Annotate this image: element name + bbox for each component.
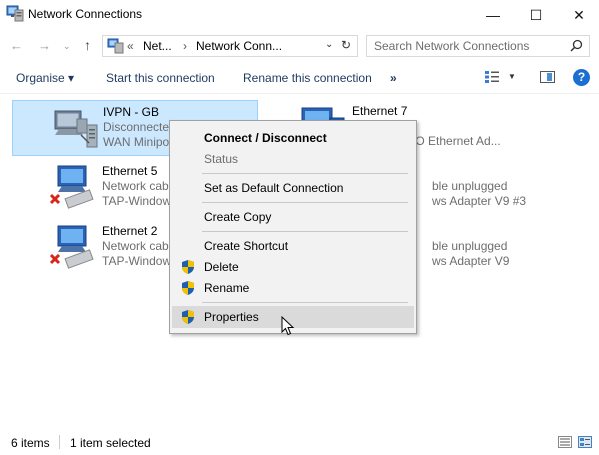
item-count: 6 items xyxy=(11,436,50,450)
start-connection-button[interactable]: Start this connection xyxy=(106,71,215,85)
network-folder-icon xyxy=(107,38,124,54)
status-separator xyxy=(59,435,60,449)
network-adapter-unplugged-icon xyxy=(50,225,94,269)
mouse-cursor-icon xyxy=(281,316,295,336)
maximize-button[interactable]: ☐ xyxy=(513,0,559,30)
connection-adapter-right: ws Adapter V9 xyxy=(432,254,510,268)
breadcrumb-network[interactable]: Net... xyxy=(143,39,172,53)
connection-status-right: ble unplugged xyxy=(432,239,508,253)
connection-name: IVPN - GB xyxy=(103,105,160,119)
menu-item-label: Delete xyxy=(204,260,239,274)
breadcrumb-network-connections[interactable]: Network Conn... xyxy=(196,39,282,53)
connection-adapter: IO Ethernet Ad... xyxy=(412,134,501,148)
menu-item-rename[interactable]: Rename xyxy=(172,277,414,299)
address-bar[interactable]: « Net... › Network Conn... ⌄ ↻ xyxy=(102,35,358,57)
menu-item-create-shortcut[interactable]: Create Shortcut xyxy=(172,235,414,257)
connection-adapter: TAP-Window xyxy=(102,254,172,268)
connection-name: Ethernet 7 xyxy=(352,104,408,118)
connection-status: Network cab xyxy=(102,239,169,253)
menu-item-label: Set as Default Connection xyxy=(204,181,344,195)
menu-item-set-default[interactable]: Set as Default Connection xyxy=(172,177,414,199)
connection-adapter: TAP-Window xyxy=(102,194,172,208)
menu-item-status: Status xyxy=(172,148,414,170)
address-dropdown-icon[interactable]: ⌄ xyxy=(325,39,333,50)
window-title: Network Connections xyxy=(28,7,143,21)
details-view-icon[interactable] xyxy=(558,436,572,448)
context-menu: Connect / Disconnect Status Set as Defau… xyxy=(169,120,417,334)
recent-locations-chevron-icon[interactable]: ⌄ xyxy=(63,41,71,52)
organise-menu-button[interactable]: Organise ▾ xyxy=(16,71,74,85)
connection-status: Disconnected xyxy=(103,120,176,134)
menu-separator xyxy=(202,202,408,203)
menu-item-label: Connect / Disconnect xyxy=(204,131,327,145)
connection-status: Network cab xyxy=(102,179,169,193)
connection-name: Ethernet 5 xyxy=(102,164,158,178)
back-arrow-icon[interactable]: ← xyxy=(10,38,23,53)
network-adapter-unplugged-icon xyxy=(50,165,94,209)
tiles-view-icon[interactable] xyxy=(578,436,592,448)
menu-separator xyxy=(202,302,408,303)
close-button[interactable]: ✕ xyxy=(556,0,599,30)
menu-item-label: Properties xyxy=(204,310,259,324)
uac-shield-icon xyxy=(182,281,194,295)
menu-item-label: Create Shortcut xyxy=(204,239,289,253)
view-dropdown-icon[interactable]: ▼ xyxy=(508,72,516,81)
command-bar: Organise ▾ Start this connection Rename … xyxy=(0,62,599,94)
preview-pane-icon[interactable] xyxy=(540,71,555,83)
search-input[interactable] xyxy=(374,38,564,54)
network-connections-app-icon xyxy=(6,5,24,22)
uac-shield-icon xyxy=(182,310,194,324)
menu-item-delete[interactable]: Delete xyxy=(172,256,414,278)
status-bar: 6 items 1 item selected xyxy=(0,430,599,455)
address-row: ← → ⌄ ↑ « Net... › Network Conn... ⌄ ↻ xyxy=(0,30,599,62)
title-bar: Network Connections — ☐ ✕ xyxy=(0,0,599,30)
up-arrow-icon[interactable]: ↑ xyxy=(84,37,91,53)
menu-item-label: Rename xyxy=(204,281,250,295)
breadcrumb-separator-icon[interactable]: › xyxy=(183,39,187,53)
address-overflow-icon[interactable]: « xyxy=(127,39,134,53)
menu-item-connect-disconnect[interactable]: Connect / Disconnect xyxy=(172,127,414,149)
menu-item-create-copy[interactable]: Create Copy xyxy=(172,206,414,228)
connection-adapter-right: ws Adapter V9 #3 xyxy=(432,194,527,208)
search-icon[interactable] xyxy=(570,39,583,52)
menu-separator xyxy=(202,231,408,232)
vpn-connection-icon xyxy=(54,110,98,148)
forward-arrow-icon[interactable]: → xyxy=(38,38,51,53)
menu-item-label: Create Copy xyxy=(204,210,272,224)
menu-item-label: Status xyxy=(204,152,239,166)
connection-status-right: ble unplugged xyxy=(432,179,508,193)
menu-separator xyxy=(202,173,408,174)
search-box[interactable] xyxy=(366,35,590,57)
change-view-icon[interactable] xyxy=(484,70,500,84)
uac-shield-icon xyxy=(182,260,194,274)
help-icon[interactable]: ? xyxy=(573,69,590,86)
minimize-button[interactable]: — xyxy=(470,0,516,30)
selection-count: 1 item selected xyxy=(70,436,151,450)
connection-name: Ethernet 2 xyxy=(102,224,158,238)
connection-adapter: WAN Minipo xyxy=(103,135,170,149)
refresh-icon[interactable]: ↻ xyxy=(341,38,351,52)
more-commands-icon[interactable]: » xyxy=(390,71,397,85)
rename-connection-button[interactable]: Rename this connection xyxy=(243,71,372,85)
